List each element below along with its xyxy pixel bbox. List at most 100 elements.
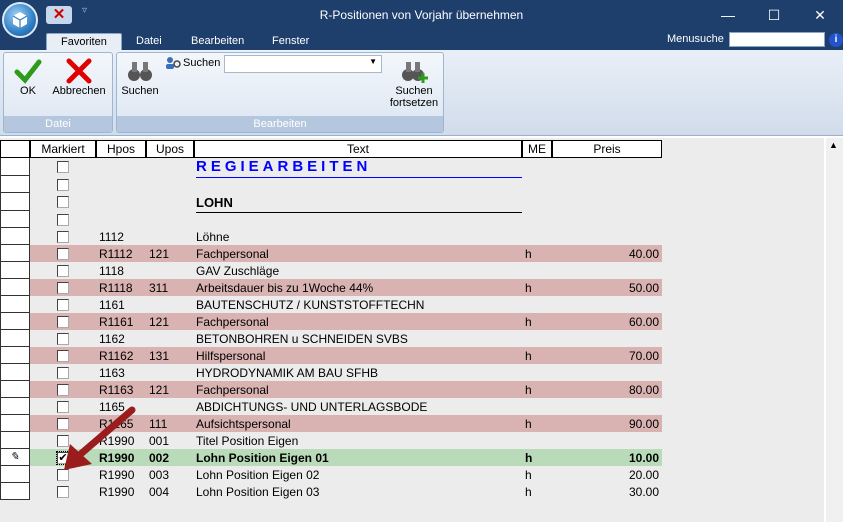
cell-text: HYDRODYNAMIK AM BAU SFHB (196, 366, 379, 380)
scroll-up-icon[interactable]: ▲ (829, 140, 838, 150)
row-selector[interactable] (0, 313, 30, 330)
suchen-label: Suchen (121, 85, 159, 97)
cell-me: h (525, 281, 532, 295)
table-row[interactable]: R1163 121 Fachpersonal h 80.00 (0, 381, 824, 398)
markiert-checkbox[interactable] (57, 435, 69, 447)
row-selector[interactable] (0, 347, 30, 364)
row-selector[interactable] (0, 415, 30, 432)
row-background (30, 211, 662, 228)
info-icon[interactable]: i (829, 33, 843, 47)
tab-fenster[interactable]: Fenster (258, 33, 323, 50)
row-selector[interactable] (0, 158, 30, 176)
cell-upos: 001 (149, 434, 170, 448)
table-row[interactable]: 1161 BAUTENSCHUTZ / KUNSTSTOFFTECHN (0, 296, 824, 313)
suchen-button[interactable]: Suchen (121, 57, 159, 107)
tab-favoriten[interactable]: Favoriten (46, 33, 122, 50)
tab-datei[interactable]: Datei (122, 33, 176, 50)
column-header-me[interactable]: ME (522, 140, 552, 158)
markiert-checkbox[interactable] (57, 161, 69, 173)
suchen-fortsetzen-label: Suchen fortsetzen (389, 85, 439, 109)
column-header-text[interactable]: Text (194, 140, 522, 158)
table-row[interactable]: 1162 BETONBOHREN u SCHNEIDEN SVBS (0, 330, 824, 347)
table-row[interactable]: R1118 311 Arbeitsdauer bis zu 1Woche 44% h 5… (0, 279, 824, 296)
markiert-checkbox[interactable] (57, 350, 69, 362)
table-row[interactable]: R1112 121 Fachpersonal h 40.00 (0, 245, 824, 262)
markiert-checkbox[interactable] (57, 196, 69, 208)
table-row[interactable]: REGIEARBEITEN (0, 158, 824, 178)
table-row[interactable]: R1990 001 Titel Position Eigen (0, 432, 824, 449)
table-row[interactable]: 1163 HYDRODYNAMIK AM BAU SFHB (0, 364, 824, 381)
markiert-checkbox[interactable]: ✔ (56, 451, 70, 465)
column-header-hpos[interactable]: Hpos (96, 140, 146, 158)
table-row[interactable] (0, 211, 824, 228)
row-selector[interactable] (0, 381, 30, 398)
markiert-checkbox[interactable] (57, 214, 69, 226)
markiert-checkbox[interactable] (57, 333, 69, 345)
cell-hpos: 1162 (99, 332, 125, 346)
row-selector[interactable] (0, 176, 30, 193)
table-row[interactable]: R1162 131 Hilfspersonal h 70.00 (0, 347, 824, 364)
row-selector[interactable] (0, 398, 30, 415)
row-selector[interactable] (0, 364, 30, 381)
markiert-checkbox[interactable] (57, 367, 69, 379)
markiert-checkbox[interactable] (57, 418, 69, 430)
row-selector[interactable] (0, 193, 30, 211)
row-selector[interactable] (0, 466, 30, 483)
row-selector[interactable] (0, 296, 30, 313)
markiert-checkbox[interactable] (57, 248, 69, 260)
vertical-scrollbar[interactable]: ▲ (826, 138, 843, 522)
row-selector[interactable]: ✎ (0, 449, 30, 466)
close-button[interactable]: ✕ (797, 0, 843, 30)
search-combo[interactable]: ▼ (224, 55, 382, 73)
row-selector[interactable] (0, 432, 30, 449)
row-selector[interactable] (0, 211, 30, 228)
markiert-checkbox[interactable] (57, 265, 69, 277)
markiert-checkbox[interactable] (57, 282, 69, 294)
cell-hpos: R1165 (99, 417, 134, 431)
cell-preis (556, 262, 659, 280)
markiert-checkbox[interactable] (57, 231, 69, 243)
row-selector[interactable] (0, 228, 30, 245)
suchen-fortsetzen-button[interactable]: Suchen fortsetzen (385, 57, 443, 115)
ok-button[interactable]: OK (12, 57, 44, 107)
table-row[interactable] (0, 176, 824, 193)
markiert-checkbox[interactable] (57, 469, 69, 481)
row-selector[interactable] (0, 262, 30, 279)
menusuche-input[interactable] (729, 32, 825, 47)
row-selector[interactable] (0, 330, 30, 347)
row-selector[interactable] (0, 245, 30, 262)
column-header-markiert[interactable]: Markiert (30, 140, 96, 158)
table-row[interactable]: 1165 ABDICHTUNGS- UND UNTERLAGSBODE (0, 398, 824, 415)
chevron-down-icon: ▼ (369, 57, 377, 66)
cell-preis: 60.00 (628, 315, 659, 329)
tab-bearbeiten[interactable]: Bearbeiten (177, 33, 258, 50)
table-row[interactable]: LOHN (0, 193, 824, 213)
abbrechen-button[interactable]: Abbrechen (48, 57, 110, 107)
column-header-upos[interactable]: Upos (146, 140, 194, 158)
table-row[interactable]: R1165 111 Aufsichtspersonal h 90.00 (0, 415, 824, 432)
row-selector[interactable] (0, 279, 30, 296)
application-menu-button[interactable] (2, 2, 38, 38)
column-header-preis[interactable]: Preis (552, 140, 662, 158)
suchen-small-button[interactable]: Suchen (165, 55, 220, 71)
markiert-checkbox[interactable] (57, 401, 69, 413)
markiert-checkbox[interactable] (57, 316, 69, 328)
markiert-checkbox[interactable] (57, 179, 69, 191)
cell-hpos: R1990 (99, 485, 135, 499)
table-row[interactable]: ✎ ✔ R1990 002 Lohn Position Eigen 01 h 10.00 (0, 449, 824, 466)
table-row[interactable]: R1990 004 Lohn Position Eigen 03 h 30.00 (0, 483, 824, 500)
row-selector[interactable] (0, 483, 30, 500)
markiert-checkbox[interactable] (57, 299, 69, 311)
table-row[interactable]: R1161 121 Fachpersonal h 60.00 (0, 313, 824, 330)
maximize-button[interactable]: ☐ (751, 0, 797, 30)
binoculars-icon (128, 62, 152, 81)
cell-text: Lohn Position Eigen 01 (196, 451, 329, 465)
table-row[interactable]: 1112 Löhne (0, 228, 824, 245)
cell-text: Aufsichtspersonal (196, 417, 291, 431)
markiert-checkbox[interactable] (57, 486, 69, 498)
table-row[interactable]: 1118 GAV Zuschläge (0, 262, 824, 279)
minimize-button[interactable]: — (705, 0, 751, 30)
markiert-checkbox[interactable] (57, 384, 69, 396)
cell-me (525, 228, 551, 246)
table-row[interactable]: R1990 003 Lohn Position Eigen 02 h 20.00 (0, 466, 824, 483)
